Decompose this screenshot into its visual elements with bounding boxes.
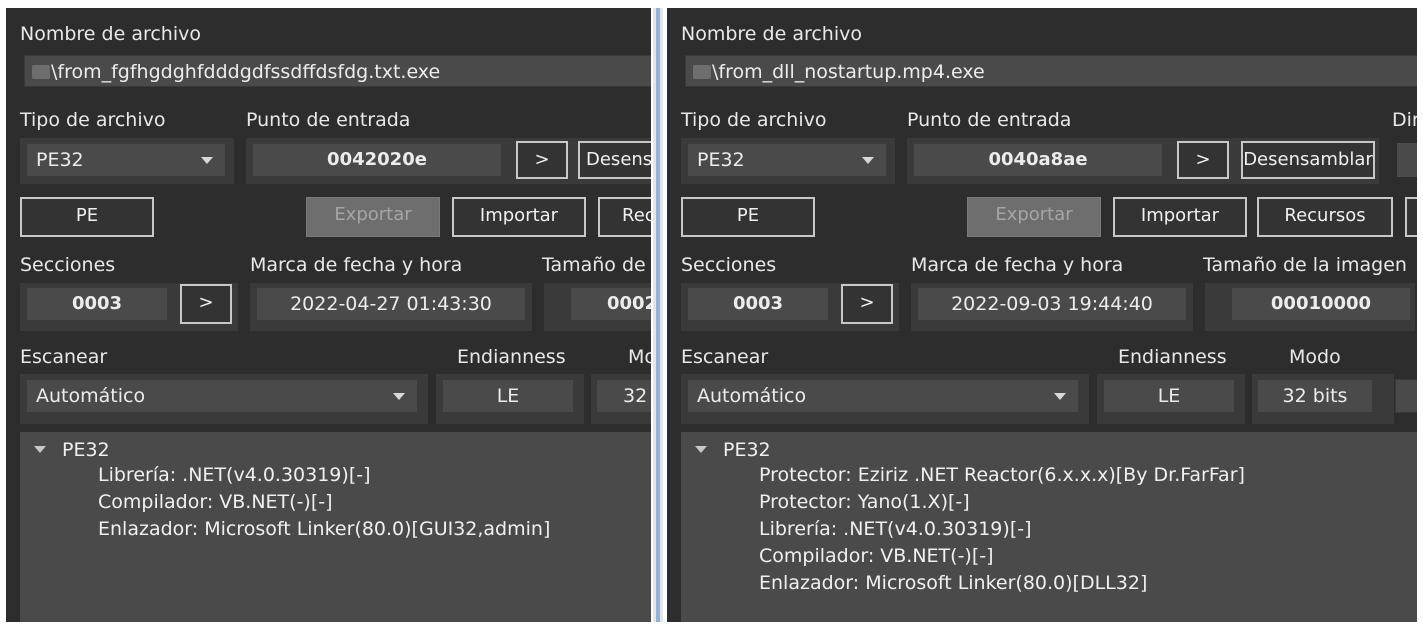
file-name-field[interactable]: \from_fgfhgdghfdddgdfssdffdsfdg.txt.exe [24, 55, 651, 87]
scan-value: Automático [697, 385, 807, 407]
entry-point-label: Punto de entrada [907, 109, 1072, 131]
file-type-select[interactable]: PE32 [26, 143, 226, 177]
tree-item[interactable]: Compilador: VB.NET(-)[-] [759, 544, 994, 568]
file-name-value: \from_dll_nostartup.mp4.exe [712, 61, 985, 83]
entry-point-field[interactable]: 0042020e [252, 143, 502, 177]
entry-point-go-button[interactable]: > [1177, 141, 1229, 179]
extra-field[interactable] [1395, 379, 1417, 413]
detection-tree: PE32 Librería: .NET(v4.0.30319)[-] Compi… [20, 432, 651, 622]
entry-point-label: Punto de entrada [246, 109, 411, 131]
image-size-field[interactable]: 0002 [570, 287, 651, 321]
tree-item[interactable]: Enlazador: Microsoft Linker(80.0)[DLL32] [759, 571, 1147, 595]
pe-button[interactable]: PE [681, 197, 815, 237]
scan-select[interactable]: Automático [687, 379, 1079, 413]
redacted-path-prefix [693, 65, 711, 79]
file-type-value: PE32 [36, 149, 84, 171]
timestamp-field[interactable]: 2022-04-27 01:43:30 [256, 287, 526, 321]
image-size-label: Tamaño de la imagen [542, 254, 651, 276]
sections-go-button[interactable]: > [841, 284, 893, 324]
import-button[interactable]: Importar [452, 197, 586, 237]
chevron-down-icon [862, 157, 874, 164]
entry-point-field[interactable]: 0040a8ae [913, 143, 1163, 177]
redacted-path-prefix [32, 65, 50, 79]
timestamp-label: Marca de fecha y hora [911, 254, 1124, 276]
scan-label: Escanear [20, 346, 108, 368]
tree-item[interactable]: Librería: .NET(v4.0.30319)[-] [759, 517, 1032, 541]
sections-label: Secciones [681, 254, 777, 276]
endianness-label: Endianness [1118, 346, 1227, 368]
mode-label: Modo [1289, 346, 1341, 368]
image-size-label: Tamaño de la imagen [1203, 254, 1407, 276]
chevron-down-icon [201, 157, 213, 164]
resources-button[interactable]: Recursos [1257, 197, 1393, 237]
file-type-select[interactable]: PE32 [687, 143, 887, 177]
disassemble-button[interactable]: Desensamblar [1241, 141, 1375, 179]
disassemble-button[interactable]: Desensamblar [578, 141, 651, 179]
resources-button[interactable]: Recursos [598, 197, 651, 237]
more-button[interactable] [1405, 197, 1417, 237]
tree-item[interactable]: Enlazador: Microsoft Linker(80.0)[GUI32,… [98, 517, 550, 541]
file-name-label: Nombre de archivo [20, 23, 201, 45]
import-button[interactable]: Importar [1113, 197, 1247, 237]
sections-label: Secciones [20, 254, 116, 276]
file-name-field[interactable]: \from_dll_nostartup.mp4.exe [685, 55, 1417, 87]
directory-field[interactable] [1397, 143, 1417, 177]
tree-root[interactable]: PE32 [62, 438, 110, 462]
entry-point-go-button[interactable]: > [516, 141, 568, 179]
timestamp-label: Marca de fecha y hora [250, 254, 463, 276]
chevron-down-icon [1054, 393, 1066, 400]
left-analysis-panel: Nombre de archivo \from_fgfhgdghfdddgdfs… [6, 8, 651, 622]
sections-field[interactable]: 0003 [687, 287, 829, 321]
chevron-down-icon [393, 393, 405, 400]
tree-item[interactable]: Librería: .NET(v4.0.30319)[-] [98, 463, 371, 487]
endianness-field[interactable]: LE [442, 379, 574, 413]
tree-item[interactable]: Compilador: VB.NET(-)[-] [98, 490, 333, 514]
detection-tree: PE32 Protector: Eziriz .NET Reactor(6.x.… [681, 432, 1417, 622]
timestamp-field[interactable]: 2022-09-03 19:44:40 [917, 287, 1187, 321]
file-name-value: \from_fgfhgdghfdddgdfssdffdsfdg.txt.exe [51, 61, 441, 83]
pe-button[interactable]: PE [20, 197, 154, 237]
mode-field[interactable]: 32 bits [1257, 379, 1373, 413]
endianness-label: Endianness [457, 346, 566, 368]
file-name-label: Nombre de archivo [681, 23, 862, 45]
mode-label: Modo [628, 346, 651, 368]
expand-triangle-icon[interactable] [695, 446, 707, 453]
export-button[interactable]: Exportar [306, 197, 440, 237]
sections-field[interactable]: 0003 [26, 287, 168, 321]
directory-label: Dir [1392, 109, 1417, 131]
tree-item[interactable]: Protector: Eziriz .NET Reactor(6.x.x.x)[… [759, 463, 1245, 487]
image-size-field[interactable]: 00010000 [1231, 287, 1411, 321]
export-button[interactable]: Exportar [967, 197, 1101, 237]
mode-field[interactable]: 32 bits [596, 379, 651, 413]
scan-value: Automático [36, 385, 146, 407]
endianness-field[interactable]: LE [1103, 379, 1235, 413]
file-type-label: Tipo de archivo [681, 109, 827, 131]
tree-item[interactable]: Protector: Yano(1.X)[-] [759, 490, 970, 514]
sections-go-button[interactable]: > [180, 284, 232, 324]
scan-select[interactable]: Automático [26, 379, 418, 413]
scan-label: Escanear [681, 346, 769, 368]
file-type-label: Tipo de archivo [20, 109, 166, 131]
panel-divider [653, 8, 663, 622]
right-analysis-panel: Nombre de archivo \from_dll_nostartup.mp… [667, 8, 1417, 622]
file-type-value: PE32 [697, 149, 745, 171]
expand-triangle-icon[interactable] [34, 446, 46, 453]
tree-root[interactable]: PE32 [723, 438, 771, 462]
